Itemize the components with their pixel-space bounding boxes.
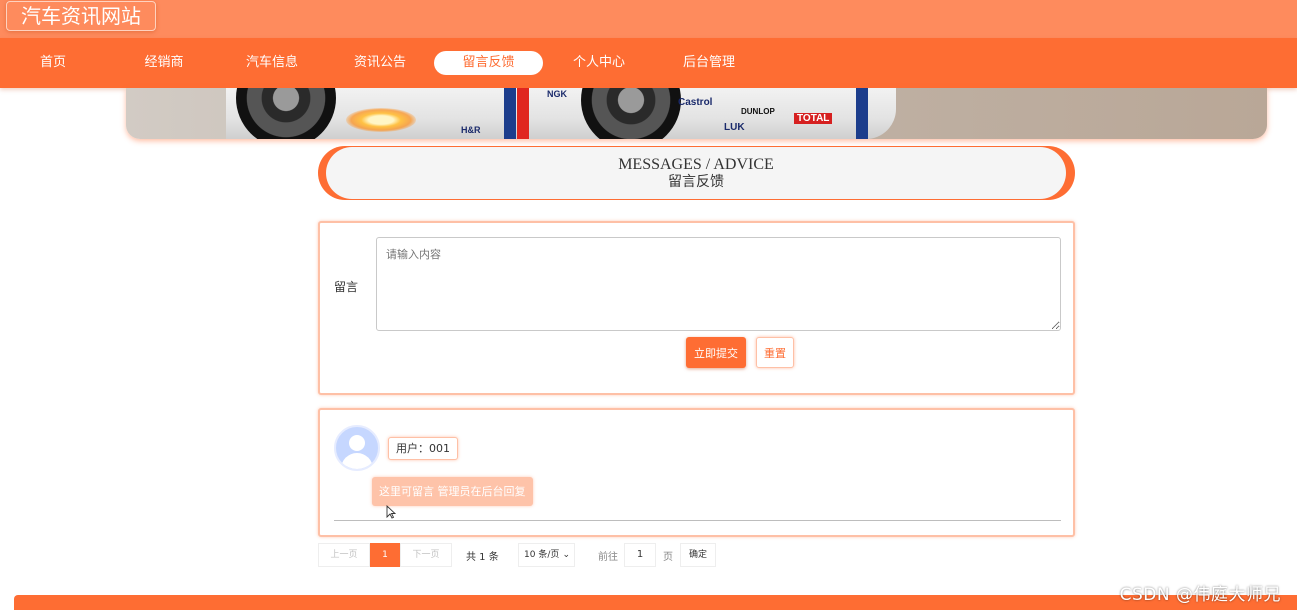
- mouse-cursor-icon: [386, 505, 396, 519]
- page-suffix: 页: [663, 552, 673, 563]
- decal-castrol: Castrol: [678, 97, 713, 108]
- nav-item-news[interactable]: 资讯公告: [342, 51, 418, 75]
- decal-ngk: NGK: [547, 89, 567, 99]
- nav-item-car-info[interactable]: 汽车信息: [234, 51, 310, 75]
- nav-item-profile[interactable]: 个人中心: [561, 51, 637, 75]
- message-user: 用户：001: [388, 437, 458, 460]
- message-form: 留言 立即提交 重置: [318, 221, 1075, 395]
- message-content: 这里可留言 管理员在后台回复: [372, 477, 533, 506]
- message-list: 用户：001 这里可留言 管理员在后台回复: [318, 408, 1075, 537]
- prev-page-button[interactable]: 上一页: [318, 543, 370, 567]
- decal-luk: LUK: [724, 122, 745, 133]
- decal-hr: H&R: [461, 125, 481, 135]
- message-divider: [334, 520, 1061, 521]
- nav-item-admin[interactable]: 后台管理: [670, 51, 748, 75]
- main-nav: 首页 经销商 汽车信息 资讯公告 留言反馈 个人中心 后台管理: [0, 38, 1297, 88]
- message-label: 留言: [334, 280, 359, 294]
- page-size-select[interactable]: 10 条/页 ⌄: [518, 543, 575, 567]
- car-wheel-rear: [581, 88, 681, 139]
- goto-label: 前往: [598, 552, 618, 563]
- reset-button[interactable]: 重置: [756, 337, 794, 368]
- message-input[interactable]: [376, 237, 1061, 331]
- watermark: CSDN @伟庭大师兄: [1119, 585, 1281, 605]
- page-size-value: 10 条/页: [524, 550, 560, 560]
- page: 汽车资讯网站 首页 经销商 汽车信息 资讯公告 留言反馈 个人中心 后台管理 C…: [0, 0, 1297, 610]
- goto-confirm-button[interactable]: 确定: [680, 543, 716, 567]
- banner-image: Castrol DUNLOP TOTAL LUK H&R NGK: [126, 88, 1267, 139]
- submit-button[interactable]: 立即提交: [686, 337, 746, 368]
- site-title[interactable]: 汽车资讯网站: [6, 1, 156, 31]
- livery-stripe: [517, 88, 529, 139]
- nav-item-home[interactable]: 首页: [16, 51, 90, 75]
- footer-bar: [14, 595, 1297, 610]
- next-page-button[interactable]: 下一页: [400, 543, 452, 567]
- pagination-total: 共 1 条: [466, 552, 499, 563]
- user-avatar-icon: [334, 425, 380, 471]
- section-heading-box: MESSAGES / ADVICE 留言反馈: [326, 147, 1066, 199]
- section-heading: MESSAGES / ADVICE 留言反馈: [318, 146, 1075, 200]
- nav-item-feedback[interactable]: 留言反馈: [434, 51, 543, 75]
- section-title-zh: 留言反馈: [668, 174, 724, 190]
- exhaust-flame: [346, 108, 416, 132]
- top-header: 汽车资讯网站: [0, 0, 1297, 38]
- current-page-button[interactable]: 1: [370, 543, 400, 567]
- goto-page-input[interactable]: 1: [624, 543, 656, 567]
- car-wheel-front: [236, 88, 336, 139]
- section-title-en: MESSAGES / ADVICE: [618, 156, 774, 173]
- livery-stripe: [856, 88, 868, 139]
- decal-total: TOTAL: [794, 113, 833, 124]
- decal-dunlop: DUNLOP: [741, 107, 775, 116]
- chevron-down-icon: ⌄: [562, 550, 570, 560]
- nav-item-dealers[interactable]: 经销商: [126, 51, 202, 75]
- livery-stripe: [504, 88, 516, 139]
